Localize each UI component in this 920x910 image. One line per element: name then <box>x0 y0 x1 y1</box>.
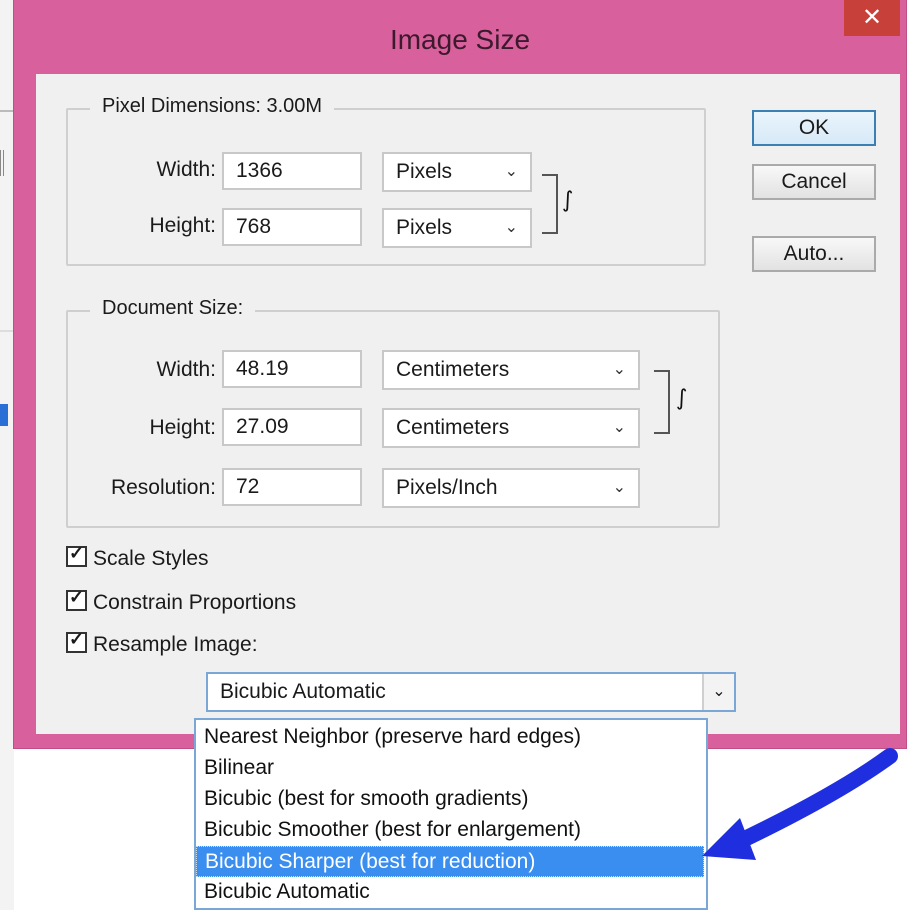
resample-option[interactable]: Bicubic Automatic <box>196 877 704 908</box>
background-divider <box>0 110 14 112</box>
doc-height-unit-value: Centimeters <box>396 416 510 439</box>
chain-link-icon: ∫ <box>562 188 574 213</box>
chevron-down-icon: ⌄ <box>612 419 626 436</box>
resolution-unit-select[interactable]: Pixels/Inch ⌄ <box>382 468 640 508</box>
pixel-width-unit-select[interactable]: Pixels ⌄ <box>382 152 532 192</box>
pointer-arrow-icon <box>702 748 898 860</box>
checkmark-icon: ✓ <box>69 543 85 563</box>
resample-option[interactable]: Bilinear <box>196 753 704 784</box>
scale-styles-checkbox-row[interactable]: ✓ Scale Styles <box>66 543 209 571</box>
close-button[interactable]: ✕ <box>844 0 900 36</box>
resample-option-highlighted[interactable]: Bicubic Sharper (best for reduction) <box>196 846 704 877</box>
constrain-bracket <box>654 370 670 434</box>
document-size-legend: Document Size: <box>90 297 256 320</box>
pixel-width-label: Width: <box>156 158 216 181</box>
background-selection <box>0 404 8 426</box>
constrain-proportions-checkbox-row[interactable]: ✓ Constrain Proportions <box>66 587 297 615</box>
resolution-input[interactable]: 72 <box>222 468 362 506</box>
background-app-edge <box>0 0 14 910</box>
resample-option[interactable]: Bicubic Smoother (best for enlargement) <box>196 815 704 846</box>
checkmark-icon: ✓ <box>69 629 85 649</box>
chevron-down-icon[interactable]: ⌄ <box>702 674 734 710</box>
constrain-bracket <box>542 174 558 234</box>
resample-method-select[interactable]: Bicubic Automatic ⌄ <box>206 672 736 712</box>
doc-width-unit-value: Centimeters <box>396 358 510 381</box>
dialog-title: Image Size <box>389 24 531 55</box>
constrain-proportions-label: Constrain Proportions <box>93 591 297 614</box>
pixel-width-input[interactable]: 1366 <box>222 152 362 190</box>
image-size-dialog: Image Size ✕ Pixel Dimensions: 3.00M Wid… <box>14 0 906 748</box>
resample-image-label: Resample Image: <box>93 633 258 656</box>
resample-method-dropdown: Nearest Neighbor (preserve hard edges) B… <box>194 718 708 910</box>
background-divider <box>0 330 14 332</box>
doc-width-label: Width: <box>156 358 216 381</box>
pixel-height-input[interactable]: 768 <box>222 208 362 246</box>
doc-height-unit-select[interactable]: Centimeters ⌄ <box>382 408 640 448</box>
pixel-width-unit-value: Pixels <box>396 160 453 183</box>
chain-link-icon: ∫ <box>676 386 688 411</box>
resample-image-checkbox-row[interactable]: ✓ Resample Image: <box>66 629 258 657</box>
resolution-label: Resolution: <box>110 476 216 499</box>
constrain-proportions-checkbox[interactable]: ✓ <box>66 587 87 611</box>
doc-width-unit-select[interactable]: Centimeters ⌄ <box>382 350 640 390</box>
chevron-down-icon: ⌄ <box>612 479 626 496</box>
pixel-height-label: Height: <box>149 214 216 237</box>
scale-styles-label: Scale Styles <box>93 547 209 570</box>
pixel-dimensions-legend: Pixel Dimensions: 3.00M <box>90 95 335 118</box>
doc-height-label: Height: <box>149 416 216 439</box>
pixel-height-unit-select[interactable]: Pixels ⌄ <box>382 208 532 248</box>
chevron-down-icon: ⌄ <box>504 219 518 236</box>
chevron-down-icon: ⌄ <box>612 361 626 378</box>
doc-width-input[interactable]: 48.19 <box>222 350 362 388</box>
background-toolbar-mark <box>0 150 12 176</box>
checkmark-icon: ✓ <box>69 587 85 607</box>
doc-height-input[interactable]: 27.09 <box>222 408 362 446</box>
chevron-down-icon: ⌄ <box>504 163 518 180</box>
resample-method-value: Bicubic Automatic <box>220 680 386 703</box>
resample-option[interactable]: Bicubic (best for smooth gradients) <box>196 784 704 815</box>
cancel-button[interactable]: Cancel <box>752 164 876 200</box>
auto-button[interactable]: Auto... <box>752 236 876 272</box>
pixel-height-unit-value: Pixels <box>396 216 453 239</box>
ok-button[interactable]: OK <box>752 110 876 146</box>
resolution-unit-value: Pixels/Inch <box>396 476 498 499</box>
resample-image-checkbox[interactable]: ✓ <box>66 629 87 653</box>
resample-option[interactable]: Nearest Neighbor (preserve hard edges) <box>196 722 704 753</box>
scale-styles-checkbox[interactable]: ✓ <box>66 543 87 567</box>
dialog-body: Pixel Dimensions: 3.00M Width: 1366 Pixe… <box>36 74 900 734</box>
